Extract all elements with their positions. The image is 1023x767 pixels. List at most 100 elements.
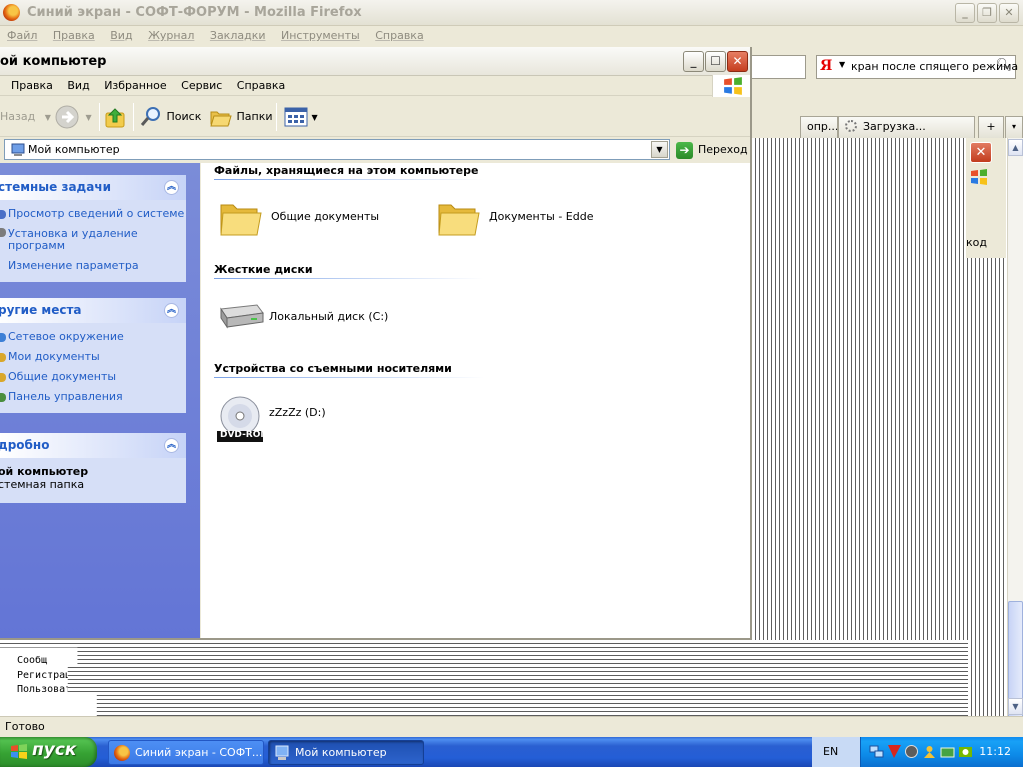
firefox-menu-edit[interactable]: Правка xyxy=(53,27,95,45)
chevron-down-icon[interactable]: ▼ xyxy=(45,113,51,122)
back-button[interactable]: Назад ▼ xyxy=(0,105,51,129)
up-folder-button[interactable] xyxy=(105,105,127,129)
chevron-down-icon[interactable]: ▼ xyxy=(312,113,318,122)
drive-local-c[interactable]: Локальный диск (C:) xyxy=(217,297,388,337)
firefox-scrollbar[interactable]: ▲ ▼ xyxy=(1007,138,1023,767)
firefox-maximize-button[interactable]: ❐ xyxy=(977,3,997,23)
scroll-down-icon[interactable]: ▼ xyxy=(1008,698,1023,715)
task-pane: стемные задачи ︽ Просмотр сведений о сист… xyxy=(0,163,200,638)
folder-up-icon xyxy=(105,108,125,128)
panel-header[interactable]: дробно ︽ xyxy=(0,433,186,458)
folders-label: Папки xyxy=(236,110,273,123)
firefox-titlebar[interactable]: Синий экран - СОФТ-ФОРУМ - Mozilla Firef… xyxy=(0,0,1023,26)
search-button[interactable]: Поиск xyxy=(139,105,201,129)
task-label: Изменение параметра xyxy=(8,259,139,272)
drive-dvd-d[interactable]: DVD-ROM zZzZz (D:) xyxy=(217,396,387,442)
tab-loading[interactable]: Загрузка... xyxy=(838,116,975,138)
views-icon xyxy=(284,107,308,127)
firefox-search-box[interactable]: Я ▼ кран после спящего режима 🔍︎ xyxy=(816,55,1018,79)
tab-forum[interactable]: опр... xyxy=(800,116,838,138)
task-view-system-info[interactable]: Просмотр сведений о системе xyxy=(0,204,186,224)
taskbar-button-firefox[interactable]: Синий экран - СОФТ... xyxy=(108,740,264,765)
place-label: Сетевое окружение xyxy=(8,330,124,343)
taskbar-button-my-computer[interactable]: Мой компьютер xyxy=(268,740,424,765)
security-icon[interactable] xyxy=(904,744,919,759)
menu-favorites[interactable]: Избранное xyxy=(104,76,166,95)
firefox-minimize-button[interactable]: _ xyxy=(955,3,975,23)
minimize-button[interactable]: _ xyxy=(683,51,704,72)
yandex-logo-icon[interactable]: Я xyxy=(820,58,834,76)
programs-icon xyxy=(0,228,6,237)
group-heading: Файлы, хранящиеся на этом компьютере xyxy=(214,164,479,177)
start-button[interactable]: пуск xyxy=(0,737,97,767)
search-query[interactable]: кран после спящего режима xyxy=(851,60,1018,73)
collapse-chevron-icon[interactable]: ︽ xyxy=(164,180,179,195)
search-icon[interactable]: 🔍︎ xyxy=(995,58,1012,73)
go-button[interactable]: ➔ Переход xyxy=(676,139,748,160)
firefox-menu-help[interactable]: Справка xyxy=(375,27,423,45)
explorer-titlebar[interactable]: ой компьютер _ ☐ ✕ xyxy=(0,47,750,76)
firefox-close-button[interactable]: ✕ xyxy=(999,3,1019,23)
firefox-menu-view[interactable]: Вид xyxy=(110,27,132,45)
go-label: Переход xyxy=(698,143,748,156)
close-icon[interactable]: ✕ xyxy=(970,142,992,163)
place-shared-documents[interactable]: Общие документы xyxy=(0,367,186,387)
task-change-setting[interactable]: Изменение параметра xyxy=(0,256,186,276)
menu-edit[interactable]: Правка xyxy=(11,76,53,95)
item-label: zZzZz (D:) xyxy=(269,406,326,419)
search-label: Поиск xyxy=(166,110,202,123)
folder-shared-documents[interactable]: Общие документы xyxy=(219,197,389,241)
address-input[interactable]: Мой компьютер ▼ xyxy=(4,139,670,160)
page-text-line: Сообщ xyxy=(17,655,48,666)
panel-header[interactable]: ругие места ︽ xyxy=(0,298,186,323)
ghost-text: код xyxy=(966,236,987,249)
firefox-page-fragment: Сообщ Регистрация: Пользователь №: 2 xyxy=(0,640,968,716)
firefox-menu-file[interactable]: Файл xyxy=(7,27,37,45)
close-button[interactable]: ✕ xyxy=(727,51,748,72)
menu-help[interactable]: Справка xyxy=(237,76,285,95)
place-label: Общие документы xyxy=(8,370,117,383)
maximize-button[interactable]: ☐ xyxy=(705,51,726,72)
place-control-panel[interactable]: Панель управления xyxy=(0,387,186,407)
folders-button[interactable]: Папки xyxy=(209,105,273,129)
place-network[interactable]: Сетевое окружение xyxy=(0,327,186,347)
folder-documents-edde[interactable]: Документы - Edde xyxy=(437,197,617,241)
menu-tools[interactable]: Сервис xyxy=(181,76,222,95)
folder-icon xyxy=(220,204,262,236)
tab-list-button[interactable]: ▾ xyxy=(1005,116,1023,138)
forward-button[interactable]: ▼ xyxy=(55,105,92,129)
address-value: Мой компьютер xyxy=(28,143,120,156)
new-tab-button[interactable]: + xyxy=(978,116,1004,138)
firefox-menu-tools[interactable]: Инструменты xyxy=(281,27,360,45)
explorer-toolbar: Назад ▼ ▼ Поиск Папки ▼ xyxy=(0,97,750,137)
hardware-icon[interactable] xyxy=(940,744,955,759)
nvidia-icon[interactable] xyxy=(958,744,973,759)
group-divider xyxy=(214,377,484,378)
network-icon[interactable] xyxy=(869,744,884,759)
explorer-menubar: Правка Вид Избранное Сервис Справка xyxy=(0,76,750,96)
clock: 11:12 xyxy=(979,745,1011,758)
panel-header[interactable]: стемные задачи ︽ xyxy=(0,175,186,200)
views-button[interactable]: ▼ xyxy=(284,105,318,129)
search-engine-dropdown-icon[interactable]: ▼ xyxy=(839,60,845,69)
collapse-chevron-icon[interactable]: ︽ xyxy=(164,303,179,318)
loading-spinner-icon xyxy=(845,120,857,132)
menu-view[interactable]: Вид xyxy=(67,76,89,95)
firefox-url-bar[interactable] xyxy=(752,55,806,79)
antivirus-icon[interactable] xyxy=(887,744,902,759)
tab-label: Загрузка... xyxy=(863,120,926,133)
details-name: ой компьютер xyxy=(0,465,89,478)
firefox-menu-history[interactable]: Журнал xyxy=(148,27,194,45)
language-indicator[interactable]: EN xyxy=(812,737,860,767)
chevron-down-icon[interactable]: ▼ xyxy=(651,141,668,158)
messenger-icon[interactable] xyxy=(922,744,937,759)
windows-flag-icon xyxy=(11,744,27,759)
collapse-chevron-icon[interactable]: ︽ xyxy=(164,438,179,453)
task-add-remove-programs[interactable]: Установка и удаление программ xyxy=(0,224,186,256)
windows-flag-icon xyxy=(724,77,742,95)
place-my-documents[interactable]: Мои документы xyxy=(0,347,186,367)
scroll-up-icon[interactable]: ▲ xyxy=(1008,139,1023,156)
chevron-down-icon[interactable]: ▼ xyxy=(86,113,92,122)
firefox-menu-bookmarks[interactable]: Закладки xyxy=(210,27,266,45)
language-code: EN xyxy=(823,745,839,758)
